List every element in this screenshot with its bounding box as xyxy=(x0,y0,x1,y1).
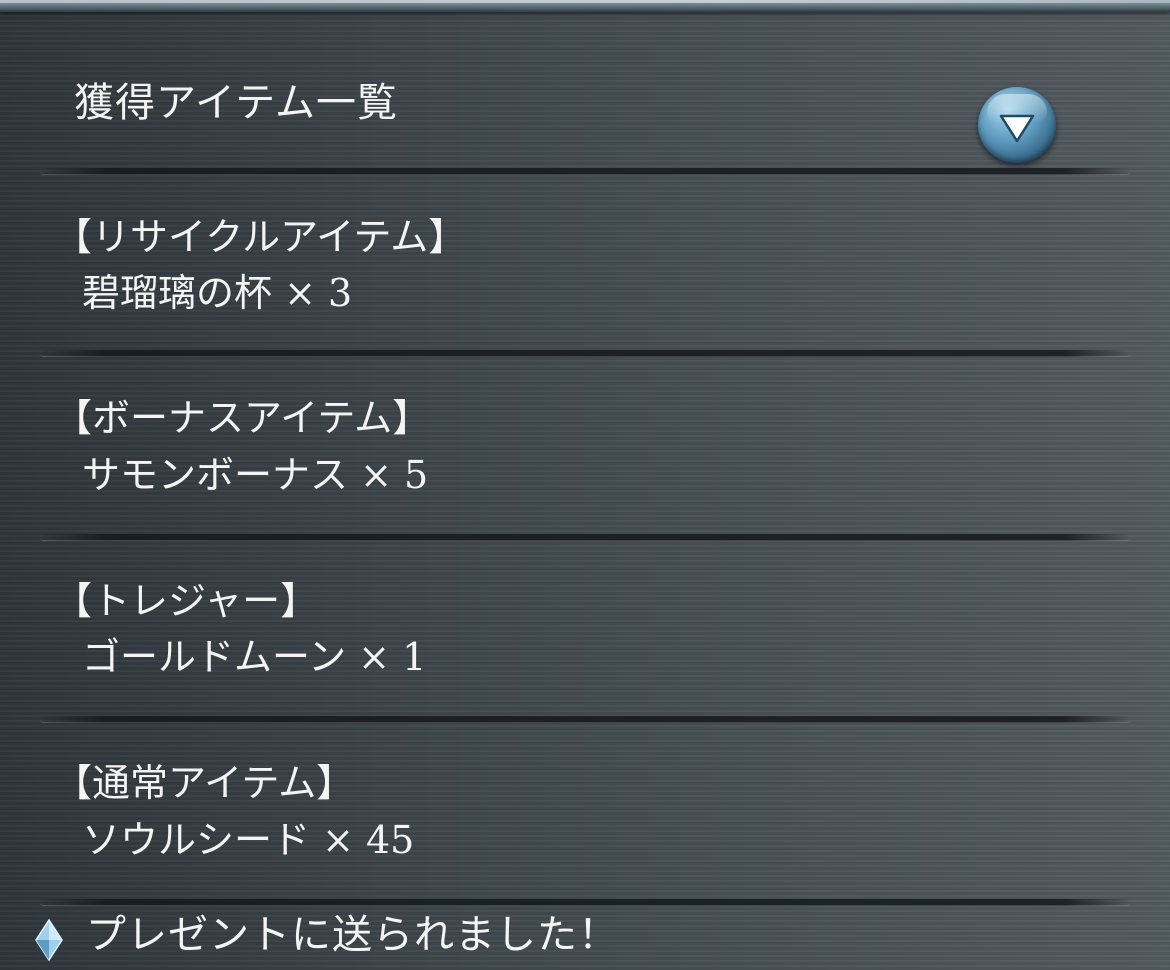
item-line-treasure: ゴールドムーン × 1 xyxy=(82,635,427,679)
divider xyxy=(40,716,1130,723)
divider xyxy=(40,534,1130,541)
divider xyxy=(40,899,1130,906)
crystal-icon xyxy=(35,918,63,962)
section-heading-normal: 【通常アイテム】 xyxy=(54,761,355,805)
divider xyxy=(40,350,1130,357)
item-line-bonus: サモンボーナス × 5 xyxy=(82,453,429,497)
section-heading-recycle: 【リサイクルアイテム】 xyxy=(54,215,467,259)
acquired-items-panel: 獲得アイテム一覧 【リサイクルアイテム】 碧瑠璃の杯 × 3 【ボーナスアイテム… xyxy=(0,0,1170,970)
section-heading-bonus: 【ボーナスアイテム】 xyxy=(54,396,431,440)
divider xyxy=(40,168,1130,175)
footer-message: プレゼントに送られました！ xyxy=(86,912,619,958)
section-heading-treasure: 【トレジャー】 xyxy=(54,579,319,623)
item-line-recycle: 碧瑠璃の杯 × 3 xyxy=(82,271,353,315)
item-line-normal: ソウルシード × 45 xyxy=(82,818,415,862)
chevron-down-icon xyxy=(999,114,1035,143)
panel-top-bar xyxy=(0,0,1170,12)
collapse-button[interactable] xyxy=(978,87,1056,163)
panel-title: 獲得アイテム一覧 xyxy=(74,80,398,126)
